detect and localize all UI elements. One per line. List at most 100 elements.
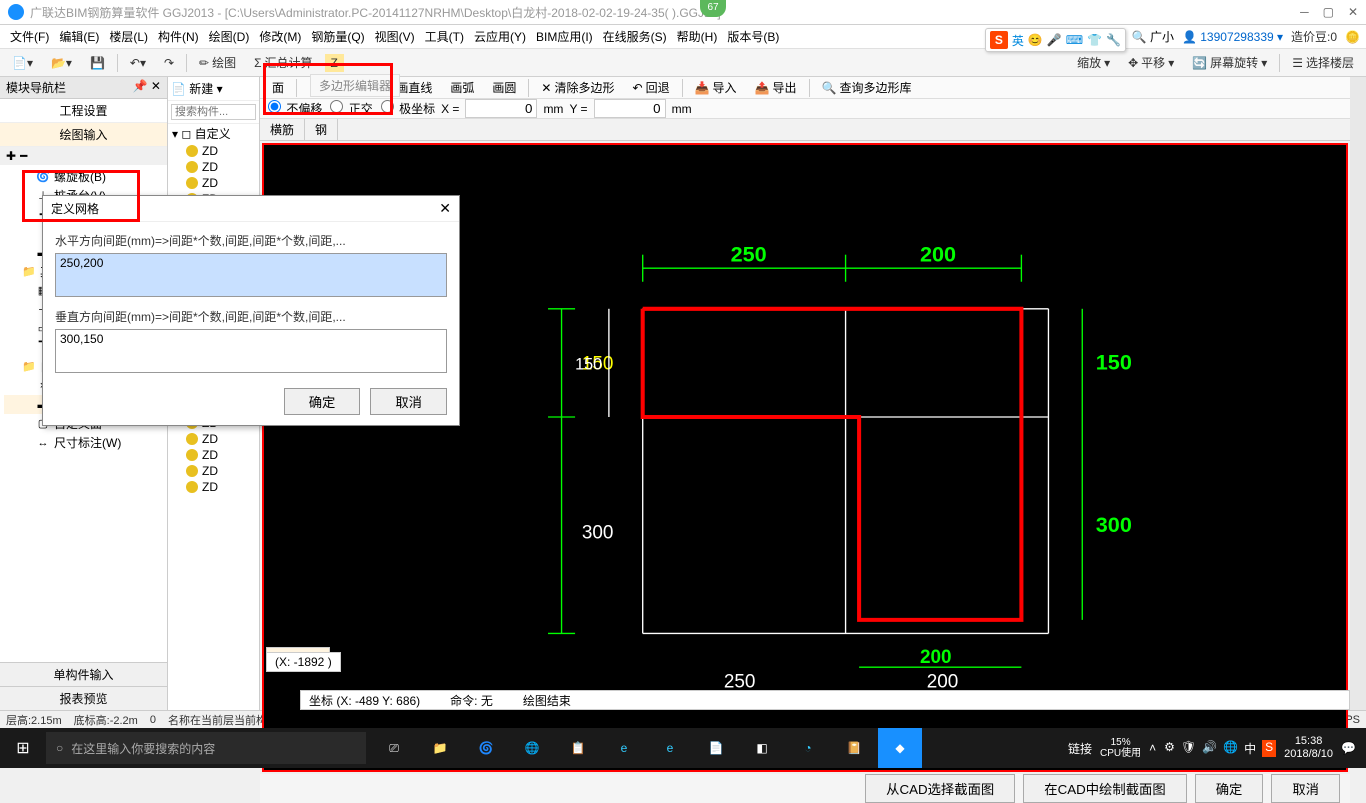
user-label[interactable]: 👤 13907298339 ▾ <box>1182 30 1283 44</box>
vertical-input[interactable]: 300,150 <box>55 329 447 373</box>
menu-view[interactable]: 视图(V) <box>371 26 419 47</box>
ok-button[interactable]: 确定 <box>1195 774 1264 803</box>
z-icon[interactable]: Z <box>325 54 344 72</box>
ime-lang[interactable]: 英 <box>1012 32 1024 49</box>
undo-icon[interactable]: ↶▾ <box>124 54 152 72</box>
rotate-button[interactable]: 🔄 屏幕旋转 ▾ <box>1186 52 1273 73</box>
dialog-ok-button[interactable]: 确定 <box>284 388 361 415</box>
cancel-button[interactable]: 取消 <box>1271 774 1340 803</box>
notification-icon[interactable]: 💬 <box>1341 741 1356 755</box>
list-root[interactable]: ▾ ◻ 自定义 <box>168 124 259 143</box>
new-doc-icon[interactable]: 📄▾ <box>6 54 39 72</box>
app-icon-1[interactable]: 🌀 <box>464 728 508 768</box>
new-component-button[interactable]: 📄 新建 ▾ <box>171 80 223 97</box>
close-icon[interactable]: ✕ <box>1348 5 1358 19</box>
ime-tool-icon[interactable]: 🔧 <box>1106 33 1121 47</box>
menu-bim[interactable]: BIM应用(I) <box>532 26 597 47</box>
report-preview-tab[interactable]: 报表预览 <box>0 686 167 710</box>
menu-draw[interactable]: 绘图(D) <box>205 26 254 47</box>
draw-circle-button[interactable]: 画圆 <box>486 77 522 98</box>
app-icon-6[interactable]: 📔 <box>832 728 876 768</box>
menu-rebar[interactable]: 钢筋量(Q) <box>307 26 368 47</box>
tray-icon[interactable]: ⚙ <box>1164 740 1175 757</box>
redo-icon[interactable]: ↷ <box>158 54 180 72</box>
minimize-icon[interactable]: ─ <box>1300 5 1309 19</box>
list-item[interactable]: ZD <box>168 463 259 479</box>
network-icon[interactable]: 🌐 <box>1223 740 1238 757</box>
menu-version[interactable]: 版本号(B) <box>723 26 783 47</box>
y-input[interactable] <box>594 99 666 118</box>
edge-icon[interactable]: e <box>602 728 646 768</box>
cpu-meter[interactable]: 15% CPU使用 <box>1100 737 1141 759</box>
collapse-icon[interactable]: ━ <box>20 149 27 163</box>
select-floor-button[interactable]: ☰ 选择楼层 <box>1286 52 1360 73</box>
pan-button[interactable]: ✥ 平移 ▾ <box>1122 52 1180 73</box>
ime-bar[interactable]: S 英 😊 🎤 ⌨ 👕 🔧 <box>985 28 1126 52</box>
in-cad-button[interactable]: 在CAD中绘制截面图 <box>1023 774 1186 803</box>
no-offset-radio[interactable]: 不偏移 <box>266 100 322 117</box>
face-button[interactable]: 面 <box>266 77 290 98</box>
menu-tools[interactable]: 工具(T) <box>421 26 468 47</box>
clear-polygon-button[interactable]: ✕ 清除多边形 <box>535 77 620 98</box>
taskview-icon[interactable]: ⎚ <box>372 728 416 768</box>
app-icon-5[interactable]: ◔ <box>786 728 830 768</box>
list-item[interactable]: ZD <box>168 175 259 191</box>
sogou-icon[interactable]: S <box>990 31 1008 49</box>
ime-tray-icon[interactable]: 中 <box>1244 740 1256 757</box>
menu-online[interactable]: 在线服务(S) <box>599 26 671 47</box>
menu-modify[interactable]: 修改(M) <box>255 26 305 47</box>
system-tray[interactable]: ⚙ 🛡 🔊 🌐 中 S <box>1164 740 1276 757</box>
app-icon-4[interactable]: ◧ <box>740 728 784 768</box>
query-library-button[interactable]: 🔍 查询多边形库 <box>816 77 918 98</box>
draw-arc-button[interactable]: 画弧 <box>444 77 480 98</box>
menu-file[interactable]: 文件(F) <box>6 26 53 47</box>
app-icon-2[interactable]: 📋 <box>556 728 600 768</box>
dialog-cancel-button[interactable]: 取消 <box>370 388 447 415</box>
app-icon-3[interactable]: 📄 <box>694 728 738 768</box>
list-item[interactable]: ZD <box>168 447 259 463</box>
menu-cloud[interactable]: 云应用(Y) <box>470 26 530 47</box>
menu-edit[interactable]: 编辑(E) <box>55 26 103 47</box>
start-button[interactable]: ⊞ <box>0 728 46 768</box>
import-button[interactable]: 📥 导入 <box>689 77 743 98</box>
ime-skin-icon[interactable]: 👕 <box>1087 33 1102 47</box>
project-settings-tab[interactable]: 工程设置 <box>0 99 167 123</box>
tray-up-icon[interactable]: ˄ <box>1149 741 1156 755</box>
x-input[interactable] <box>465 99 537 118</box>
dialog-close-icon[interactable]: ✕ <box>439 200 451 217</box>
export-button[interactable]: 📤 导出 <box>749 77 803 98</box>
ie-icon[interactable]: e <box>648 728 692 768</box>
tree-node[interactable]: 🌀螺旋板(B) <box>4 167 163 186</box>
taskbar-clock[interactable]: 15:38 2018/8/10 <box>1284 735 1333 761</box>
open-icon[interactable]: 📂▾ <box>45 54 78 72</box>
sogou-tray-icon[interactable]: S <box>1262 740 1276 757</box>
save-icon[interactable]: 💾 <box>84 54 111 72</box>
undo-polygon-button[interactable]: ↶ 回退 <box>627 77 676 98</box>
draw-input-tab[interactable]: 绘图输入 <box>0 123 167 147</box>
guangzhao-button[interactable]: 🔍 广小 <box>1132 28 1174 45</box>
volume-icon[interactable]: 🔊 <box>1202 740 1217 757</box>
ime-keyboard-icon[interactable]: ⌨ <box>1066 33 1083 47</box>
menu-floor[interactable]: 楼层(L) <box>105 26 152 47</box>
ortho-radio[interactable]: 正交 <box>328 100 372 117</box>
list-item[interactable]: ZD <box>168 159 259 175</box>
panel-pin-icon[interactable]: 📌 ✕ <box>133 79 161 96</box>
menu-help[interactable]: 帮助(H) <box>673 26 722 47</box>
ime-voice-icon[interactable]: 🎤 <box>1047 33 1062 47</box>
app-icon-7[interactable]: ◆ <box>878 728 922 768</box>
maximize-icon[interactable]: ▢ <box>1323 5 1334 19</box>
tree-node[interactable]: ↔尺寸标注(W) <box>4 433 163 452</box>
from-cad-button[interactable]: 从CAD选择截面图 <box>865 774 1015 803</box>
single-input-tab[interactable]: 单构件输入 <box>0 662 167 686</box>
zoom-button[interactable]: 缩放 ▾ <box>1071 52 1116 73</box>
tab-horizontal[interactable]: 横筋 <box>260 119 305 140</box>
ime-emoji-icon[interactable]: 😊 <box>1028 33 1043 47</box>
tray-icon[interactable]: 🛡 <box>1181 740 1196 757</box>
expand-icon[interactable]: ✚ <box>6 149 16 163</box>
menu-component[interactable]: 构件(N) <box>154 26 203 47</box>
tab-steel[interactable]: 钢 <box>305 119 338 140</box>
list-item[interactable]: ZD <box>168 479 259 495</box>
links-button[interactable]: 链接 <box>1068 740 1092 757</box>
folder-icon[interactable]: 📁 <box>418 728 462 768</box>
browser-icon[interactable]: 🌐 <box>510 728 554 768</box>
